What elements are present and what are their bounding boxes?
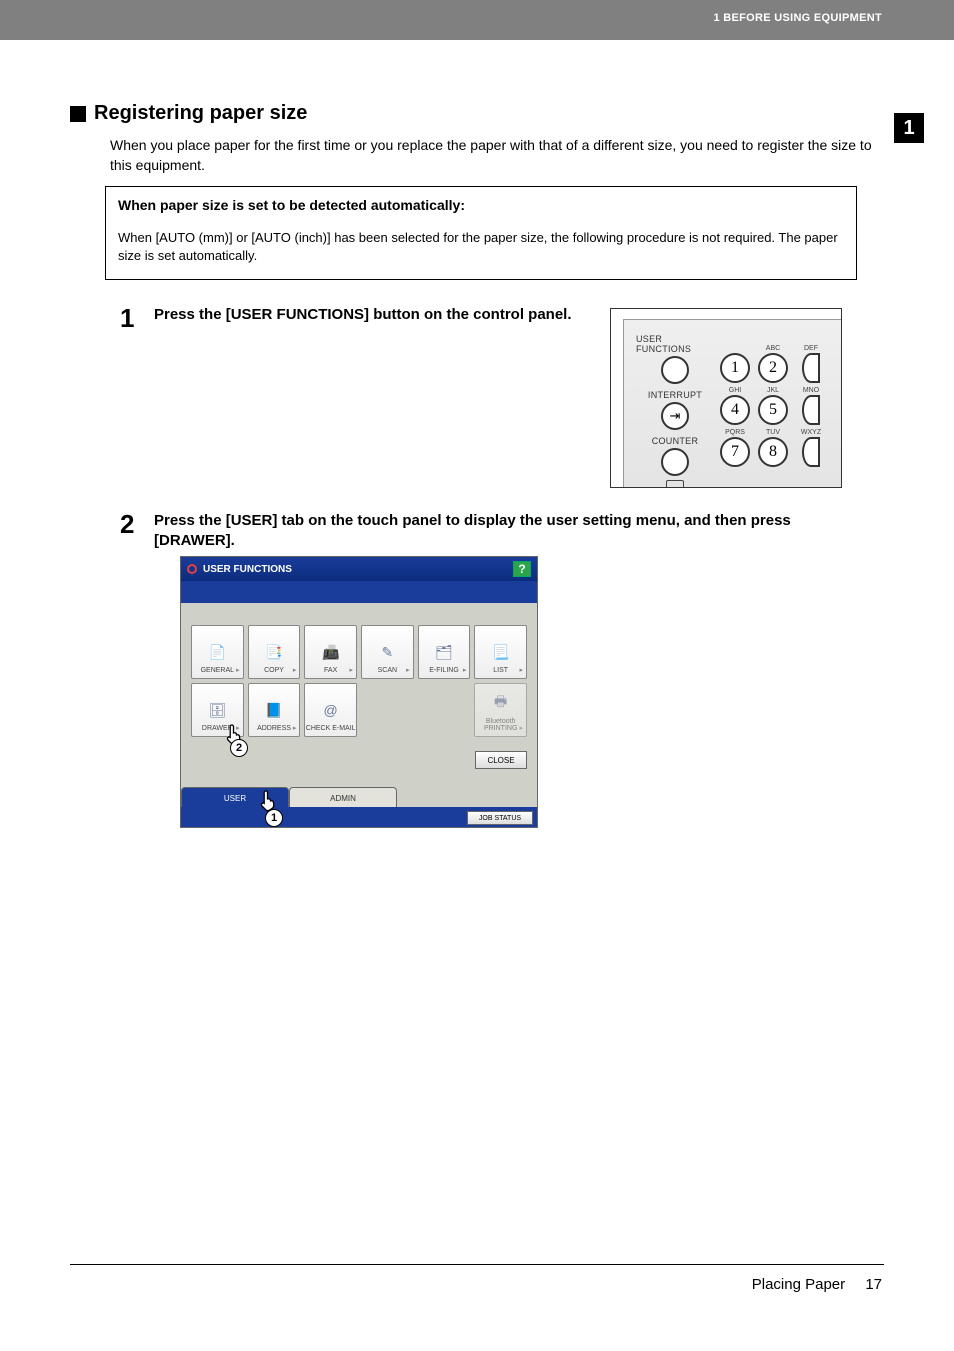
cp-interrupt-button[interactable]: ⇥: [661, 402, 689, 430]
chapter-tab: 1: [894, 113, 924, 143]
cp-label-interrupt: INTERRUPT: [648, 390, 702, 400]
cp-key-8[interactable]: 8: [758, 437, 788, 467]
tile-label: COPY: [264, 667, 284, 674]
tile-general[interactable]: 📄GENERAL▸: [191, 625, 244, 679]
cp-key-sub-tuv: TUV: [758, 429, 788, 436]
cp-key-2[interactable]: 2: [758, 353, 788, 383]
cp-counter-button[interactable]: [661, 448, 689, 476]
step-number: 2: [120, 509, 134, 540]
cp-key-sub-pqrs: PQRS: [720, 429, 750, 436]
job-status-button[interactable]: JOB STATUS: [467, 811, 533, 825]
power-icon: [187, 564, 197, 574]
auto-box-title: When paper size is set to be detected au…: [118, 197, 844, 213]
tp-title: USER FUNCTIONS: [203, 564, 292, 575]
cp-key-5[interactable]: 5: [758, 395, 788, 425]
scan-icon: ✎: [377, 643, 397, 661]
cp-label-counter: COUNTER: [652, 436, 699, 446]
email-icon: @: [321, 701, 341, 719]
tile-address[interactable]: 📘ADDRESS▸: [248, 683, 301, 737]
section-title: Registering paper size: [94, 102, 307, 125]
step-number: 1: [120, 303, 134, 334]
tile-copy[interactable]: 📑COPY▸: [248, 625, 301, 679]
footer-rule: [70, 1264, 884, 1265]
general-icon: 📄: [207, 643, 227, 661]
tile-scan[interactable]: ✎SCAN▸: [361, 625, 414, 679]
tp-titlebar: USER FUNCTIONS ?: [181, 557, 537, 581]
footer-page-number: 17: [865, 1276, 882, 1293]
footer: Placing Paper 17: [752, 1276, 882, 1293]
cp-key-7[interactable]: 7: [720, 437, 750, 467]
footer-section: Placing Paper: [752, 1276, 845, 1293]
cp-key-sub-def: DEF: [796, 345, 826, 352]
square-bullet-icon: [70, 106, 86, 122]
tile-label: LIST: [493, 667, 508, 674]
tile-label: Bluetooth PRINTING: [475, 718, 526, 732]
tile-label: ADDRESS: [257, 725, 291, 732]
tile-fax[interactable]: 📠FAX▸: [304, 625, 357, 679]
cp-key-9-partial[interactable]: [802, 437, 820, 467]
pointer-badge-2: 2: [230, 739, 248, 757]
tile-check-email[interactable]: @ CHECK E-MAIL: [304, 683, 357, 737]
cp-key-sub-mno: MNO: [796, 387, 826, 394]
fax-icon: 📠: [321, 643, 341, 661]
step-2: 2 Press the [USER] tab on the touch pane…: [120, 511, 858, 552]
tile-label: SCAN: [378, 667, 397, 674]
tab-admin[interactable]: ADMIN: [289, 787, 397, 809]
cp-key-4[interactable]: 4: [720, 395, 750, 425]
cp-key-sub-ghi: GHI: [720, 387, 750, 394]
step-2-text: Press the [USER] tab on the touch panel …: [154, 511, 834, 552]
cp-indicator-icon: [666, 480, 684, 488]
auto-box-body: When [AUTO (mm)] or [AUTO (inch)] has be…: [118, 229, 844, 265]
address-icon: 📘: [264, 701, 284, 719]
auto-detect-box: When paper size is set to be detected au…: [105, 186, 857, 280]
cp-key-3-partial[interactable]: [802, 353, 820, 383]
section-intro: When you place paper for the first time …: [110, 135, 882, 176]
control-panel-illustration: USER FUNCTIONS INTERRUPT ⇥ COUNTER 1 ABC…: [610, 308, 842, 488]
copy-icon: 📑: [264, 643, 284, 661]
cp-key-sub-jkl: JKL: [758, 387, 788, 394]
pointer-badge-1: 1: [265, 809, 283, 827]
tile-label: FAX: [324, 667, 337, 674]
efiling-icon: 🗂: [434, 643, 454, 661]
chapter-label: 1 BEFORE USING EQUIPMENT: [713, 12, 882, 24]
tile-bluetooth-printing[interactable]: 🖶Bluetooth PRINTING▸: [474, 683, 527, 737]
tile-list[interactable]: 📃LIST▸: [474, 625, 527, 679]
step-1-text: Press the [USER FUNCTIONS] button on the…: [154, 305, 594, 325]
cp-key-sub-abc: ABC: [758, 345, 788, 352]
help-button[interactable]: ?: [513, 561, 531, 577]
cp-key-1[interactable]: 1: [720, 353, 750, 383]
cp-key-sub-wxyz: WXYZ: [796, 429, 826, 436]
tp-subbar: [181, 581, 537, 603]
tile-label: CHECK E-MAIL: [306, 725, 356, 732]
cp-key-6-partial[interactable]: [802, 395, 820, 425]
drawer-icon: 🗄: [207, 701, 227, 719]
bluetooth-print-icon: 🖶: [491, 694, 511, 712]
tile-label: E-FILING: [429, 667, 459, 674]
tile-efiling[interactable]: 🗂E-FILING▸: [418, 625, 471, 679]
cp-user-functions-button[interactable]: [661, 356, 689, 384]
tile-label: GENERAL: [201, 667, 234, 674]
close-button[interactable]: CLOSE: [475, 751, 527, 769]
cp-label-user-functions: USER FUNCTIONS: [636, 334, 714, 354]
touch-panel-illustration: USER FUNCTIONS ? 📄GENERAL▸ 📑COPY▸ 📠FAX▸ …: [180, 556, 538, 828]
list-icon: 📃: [491, 643, 511, 661]
